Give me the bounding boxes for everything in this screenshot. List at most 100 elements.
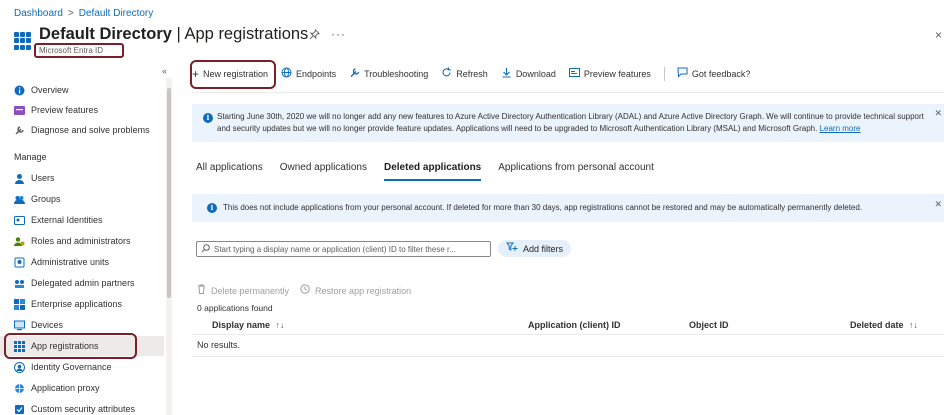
sidebar-item-identity-governance[interactable]: Identity Governance (0, 357, 164, 377)
add-filters-button[interactable]: Add filters (498, 240, 571, 257)
wrench-icon (349, 67, 360, 81)
search-placeholder: Start typing a display name or applicati… (214, 244, 456, 254)
endpoints-button[interactable]: Endpoints (281, 67, 336, 81)
sidebar-item-label: Overview (31, 85, 69, 95)
more-options-icon[interactable]: ··· (331, 27, 346, 41)
download-button[interactable]: Download (501, 67, 556, 81)
banner-text: Starting June 30th, 2020 we will no long… (217, 112, 924, 133)
sidebar-item-label: Application proxy (31, 383, 100, 393)
sidebar-item-label: Preview features (31, 105, 99, 115)
sidebar-scroll-thumb[interactable] (167, 88, 171, 298)
row-divider (192, 356, 944, 357)
delete-permanently-button[interactable]: Delete permanently (197, 284, 289, 297)
banner-text: This does not include applications from … (223, 203, 863, 212)
sidebar-item-label: Groups (31, 194, 61, 204)
proxy-icon (14, 383, 25, 394)
column-application-id[interactable]: Application (client) ID (528, 320, 621, 330)
add-filter-icon (506, 242, 518, 255)
sidebar-item-label: Custom security attributes (31, 404, 136, 414)
dismiss-icon[interactable]: ✕ (934, 108, 942, 119)
sidebar-item-custom-security-attributes[interactable]: Custom security attributes (0, 399, 164, 415)
sort-icon[interactable]: ↑↓ (276, 320, 285, 330)
sidebar-item-label: Devices (31, 320, 64, 330)
info-icon: i (207, 203, 217, 213)
sidebar-item-external-identities[interactable]: External Identities (0, 210, 164, 230)
info-icon (14, 85, 25, 96)
search-icon (201, 243, 210, 255)
learn-more-link[interactable]: Learn more (820, 124, 861, 133)
sidebar-item-label: Diagnose and solve problems (31, 125, 150, 135)
roles-icon (14, 236, 25, 247)
sidebar-item-groups[interactable]: Groups (0, 189, 164, 209)
sidebar-item-label: External Identities (31, 215, 103, 225)
info-icon: i (203, 113, 213, 123)
deleted-apps-info-banner: i This does not include applications fro… (192, 194, 944, 222)
dismiss-icon[interactable]: ✕ (934, 199, 942, 210)
download-icon (501, 67, 512, 81)
refresh-button[interactable]: Refresh (441, 67, 488, 81)
collapse-sidebar-icon[interactable]: « (162, 66, 167, 76)
globe-icon (281, 67, 292, 81)
external-identities-icon (14, 215, 25, 226)
sidebar: Overview Preview features Diagnose and s… (0, 80, 166, 415)
column-display-name[interactable]: Display name ↑↓ (212, 320, 285, 330)
deleted-actions: Delete permanently Restore app registrat… (197, 284, 422, 297)
column-object-id[interactable]: Object ID (689, 320, 729, 330)
tab-all-applications[interactable]: All applications (196, 162, 263, 182)
sort-icon[interactable]: ↑↓ (909, 320, 918, 330)
sidebar-section-manage: Manage (14, 152, 47, 162)
governance-icon (14, 361, 25, 373)
tab-personal-applications[interactable]: Applications from personal account (498, 162, 654, 182)
tab-strip: All applications Owned applications Dele… (196, 162, 671, 182)
preview-icon (568, 67, 580, 81)
breadcrumb-dashboard[interactable]: Dashboard (14, 8, 63, 19)
annotation-highlight-new-registration (190, 60, 276, 89)
refresh-icon (441, 67, 452, 81)
restore-icon (300, 284, 310, 297)
sidebar-item-label: Administrative units (31, 257, 110, 267)
sidebar-item-label: Delegated admin partners (31, 278, 135, 288)
sidebar-item-users[interactable]: Users (0, 168, 164, 188)
sidebar-item-application-proxy[interactable]: Application proxy (0, 378, 164, 398)
wrench-icon (14, 125, 25, 136)
partners-icon (14, 278, 25, 289)
sidebar-item-label: Roles and administrators (31, 236, 131, 246)
tab-deleted-applications[interactable]: Deleted applications (384, 162, 482, 182)
table-header: Display name ↑↓ Application (client) ID … (192, 316, 944, 335)
app-registrations-logo-icon (14, 32, 32, 50)
admin-units-icon (14, 257, 25, 268)
preview-icon (14, 105, 25, 116)
toolbar-divider (663, 67, 665, 81)
adal-deprecation-banner: i Starting June 30th, 2020 we will no lo… (192, 104, 944, 142)
troubleshooting-button[interactable]: Troubleshooting (349, 67, 428, 81)
devices-icon (14, 320, 25, 331)
sidebar-item-label: Users (31, 173, 55, 183)
restore-button[interactable]: Restore app registration (300, 284, 411, 297)
trash-icon (197, 284, 206, 297)
sidebar-item-devices[interactable]: Devices (0, 315, 164, 335)
breadcrumb-default-directory[interactable]: Default Directory (79, 8, 153, 19)
sidebar-item-enterprise-apps[interactable]: Enterprise applications (0, 294, 164, 314)
empty-state: No results. (197, 340, 241, 350)
search-input[interactable]: Start typing a display name or applicati… (196, 241, 491, 257)
sidebar-item-overview[interactable]: Overview (0, 80, 164, 100)
feedback-button[interactable]: Got feedback? (677, 67, 750, 81)
preview-features-button[interactable]: Preview features (568, 67, 651, 81)
sidebar-item-preview-features[interactable]: Preview features (0, 100, 164, 120)
sidebar-item-admin-units[interactable]: Administrative units (0, 252, 164, 272)
toolbar-divider-line (192, 92, 944, 93)
sidebar-item-roles[interactable]: Roles and administrators (0, 231, 164, 251)
results-count: 0 applications found (197, 303, 273, 313)
tab-owned-applications[interactable]: Owned applications (280, 162, 367, 182)
group-icon (14, 194, 25, 205)
sidebar-item-diagnose[interactable]: Diagnose and solve problems (0, 120, 164, 140)
service-subtitle: Microsoft Entra ID (34, 43, 124, 58)
sidebar-item-label: Identity Governance (31, 362, 112, 372)
annotation-highlight-app-registrations (4, 333, 137, 359)
column-deleted-date[interactable]: Deleted date ↑↓ (850, 320, 918, 330)
close-icon[interactable]: × (935, 28, 942, 42)
pin-icon[interactable] (309, 29, 320, 43)
feedback-icon (677, 67, 688, 81)
sidebar-item-delegated-partners[interactable]: Delegated admin partners (0, 273, 164, 293)
enterprise-apps-icon (14, 298, 25, 310)
